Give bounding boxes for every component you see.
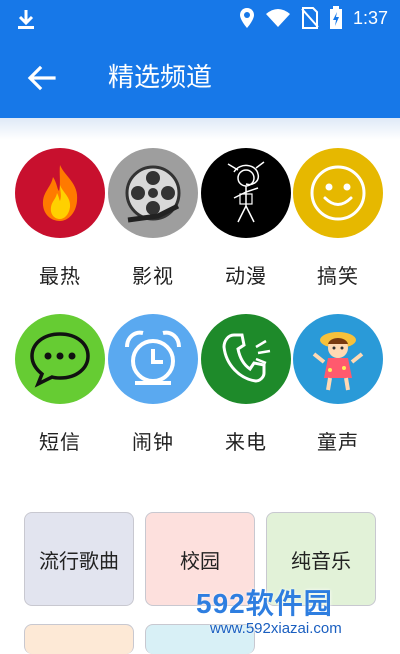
channel-call-circle [201,314,291,404]
channel-label: 来电 [225,430,267,454]
channel-label: 最热 [39,264,81,288]
status-bar: 1:37 [0,0,400,38]
child-icon [312,332,364,391]
channel-kids-circle [293,314,383,404]
channel-label: 动漫 [225,264,267,288]
channel-funny-circle [293,148,383,238]
channel-sms-circle [15,314,105,404]
fire-icon [42,165,78,221]
watermark-url: www.592xiazai.com [210,620,342,637]
chat-bubble-icon [30,332,90,388]
channel-anime[interactable]: 动漫 [200,148,292,289]
status-time: 1:37 [352,7,388,28]
anime-sketch-icon [227,161,265,223]
watermark-logo: 592软件园 [196,588,333,619]
category-label: 纯音乐 [291,548,351,573]
category-label: 流行歌曲 [39,548,119,573]
battery-charging-icon [329,6,342,29]
wifi-icon [265,9,290,27]
channel-anime-circle [201,148,291,238]
header-divider [0,118,400,140]
page-title: 精选频道 [108,63,213,93]
film-reel-icon [125,165,181,223]
category-label: 校园 [180,548,220,573]
channel-funny[interactable]: 搞笑 [292,148,384,289]
channel-kids[interactable]: 童声 [292,314,384,455]
channel-label: 短信 [39,430,81,454]
channel-label: 闹钟 [132,430,174,454]
channel-film-circle [108,148,198,238]
phone-ringing-icon [222,333,271,383]
channel-alarm[interactable]: 闹钟 [107,314,199,455]
watermark: 592软件园 www.592xiazai.com [196,582,400,644]
category-row-next[interactable] [24,624,134,654]
channel-label: 影视 [132,264,174,288]
channel-hot-circle [15,148,105,238]
alarm-clock-icon [125,330,181,385]
location-icon [239,8,254,28]
no-sim-icon [301,7,319,29]
channel-film[interactable]: 影视 [107,148,199,289]
smiley-icon [310,165,366,221]
back-button[interactable] [24,60,60,96]
channel-sms[interactable]: 短信 [14,314,106,455]
app-bar: 精选频道 [0,38,400,118]
channel-alarm-circle [108,314,198,404]
channel-label: 搞笑 [317,264,359,288]
category-pop-songs[interactable]: 流行歌曲 [24,512,134,606]
channel-call[interactable]: 来电 [200,314,292,455]
channel-label: 童声 [317,430,359,454]
download-icon [18,10,34,29]
channel-hot[interactable]: 最热 [14,148,106,289]
arrow-left-icon [27,65,56,91]
